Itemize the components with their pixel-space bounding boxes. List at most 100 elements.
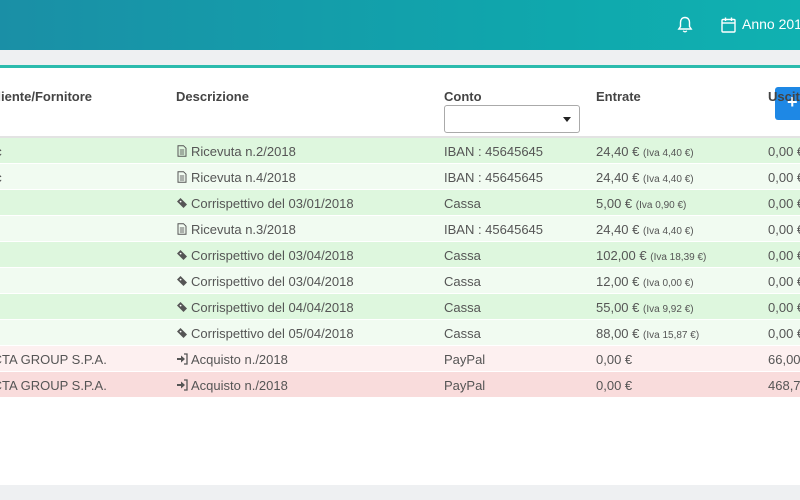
ticket-icon [176, 196, 191, 211]
descrizione-link[interactable]: Acquisto n./2018 [191, 378, 288, 393]
cell-conto: IBAN : 45645645 [444, 222, 544, 237]
descrizione-link[interactable]: Corrispettivo del 03/04/2018 [191, 248, 354, 263]
cell-entrate: 55,00 € (Iva 9,92 €) [596, 300, 694, 315]
cell-uscite: 0,00 € [768, 144, 800, 159]
table-row[interactable]: ACTA GROUP S.P.A. Acquisto n./2018 PayPal 0… [0, 372, 800, 398]
cell-descrizione[interactable]: Ricevuta n.4/2018 [176, 170, 296, 185]
cell-entrate: 24,40 € (Iva 4,40 €) [596, 144, 694, 159]
cell-uscite: 0,00 € [768, 300, 800, 315]
cell-uscite: 0,00 € [768, 170, 800, 185]
cell-conto: Cassa [444, 300, 481, 315]
table-row[interactable]: ec Ricevuta n.4/2018 IBAN : 45645645 24,40 … [0, 164, 800, 190]
descrizione-link[interactable]: Ricevuta n.2/2018 [191, 144, 296, 159]
cell-entrate: 88,00 € (Iva 15,87 €) [596, 326, 699, 341]
cell-uscite: 66,00 € [768, 352, 800, 367]
cell-entrate: 102,00 € (Iva 18,39 €) [596, 248, 706, 263]
descrizione-link[interactable]: Acquisto n./2018 [191, 352, 288, 367]
column-header-entrate[interactable]: Entrate [596, 89, 641, 104]
cell-conto: IBAN : 45645645 [444, 170, 544, 185]
transactions-table: ec Ricevuta n.2/2018 IBAN : 45645645 24,40 … [0, 138, 800, 398]
cell-entrate: 0,00 € [596, 352, 632, 367]
descrizione-link[interactable]: Corrispettivo del 03/01/2018 [191, 196, 354, 211]
cell-descrizione[interactable]: Acquisto n./2018 [176, 378, 288, 393]
entrate-amount: 24,40 € [596, 170, 640, 185]
cell-conto: Cassa [444, 196, 481, 211]
table-row[interactable]: ec Ricevuta n.2/2018 IBAN : 45645645 24,40 … [0, 138, 800, 164]
cell-descrizione[interactable]: Acquisto n./2018 [176, 352, 288, 367]
cell-cliente: ACTA GROUP S.P.A. [0, 352, 107, 367]
cell-uscite: 0,00 € [768, 326, 800, 341]
table-row[interactable]: Corrispettivo del 05/04/2018 Cassa 88,00 €… [0, 320, 800, 346]
entrate-amount: 24,40 € [596, 222, 640, 237]
ticket-icon [176, 326, 191, 341]
column-header-conto[interactable]: Conto [444, 89, 482, 104]
ticket-icon [176, 300, 191, 315]
iva-amount: (Iva 0,00 €) [643, 278, 694, 289]
descrizione-link[interactable]: Corrispettivo del 03/04/2018 [191, 274, 354, 289]
cell-descrizione[interactable]: Corrispettivo del 03/01/2018 [176, 196, 354, 211]
cell-uscite: 0,00 € [768, 248, 800, 263]
cell-conto: Cassa [444, 248, 481, 263]
cell-descrizione[interactable]: Ricevuta n.3/2018 [176, 222, 296, 237]
file-icon [176, 170, 191, 185]
table-row[interactable]: Corrispettivo del 04/04/2018 Cassa 55,00 €… [0, 294, 800, 320]
ticket-icon [176, 274, 191, 289]
descrizione-link[interactable]: Ricevuta n.4/2018 [191, 170, 296, 185]
entrate-amount: 5,00 € [596, 196, 633, 211]
column-header-descrizione[interactable]: Descrizione [176, 89, 249, 104]
column-header-cliente[interactable]: Cliente/Fornitore [0, 89, 92, 104]
cell-uscite: 0,00 € [768, 196, 800, 211]
cell-entrate: 5,00 € (Iva 0,90 €) [596, 196, 686, 211]
cell-uscite: 0,00 € [768, 222, 800, 237]
cell-descrizione[interactable]: Ricevuta n.2/2018 [176, 144, 296, 159]
ticket-icon [176, 248, 191, 263]
cell-conto: IBAN : 45645645 [444, 144, 544, 159]
cell-cliente: ACTA GROUP S.P.A. [0, 378, 107, 393]
iva-amount: (Iva 4,40 €) [643, 148, 694, 159]
descrizione-link[interactable]: Corrispettivo del 05/04/2018 [191, 326, 354, 341]
top-bar: Anno 2018 [0, 0, 800, 50]
entrate-amount: 55,00 € [596, 300, 640, 315]
entrate-amount: 102,00 € [596, 248, 647, 263]
table-row[interactable]: Corrispettivo del 03/04/2018 Cassa 102,00 … [0, 242, 800, 268]
calendar-icon [721, 17, 736, 33]
conto-filter-select[interactable] [444, 105, 580, 133]
table-row[interactable]: Corrispettivo del 03/01/2018 Cassa 5,00 € … [0, 190, 800, 216]
cell-descrizione[interactable]: Corrispettivo del 03/04/2018 [176, 274, 354, 289]
bell-icon[interactable] [677, 16, 693, 34]
cell-descrizione[interactable]: Corrispettivo del 03/04/2018 [176, 248, 354, 263]
cell-conto: PayPal [444, 378, 486, 393]
sign-in-icon [176, 352, 191, 367]
year-selector[interactable]: Anno 2018 [742, 16, 800, 32]
entrate-amount: 0,00 € [596, 378, 633, 393]
cell-descrizione[interactable]: Corrispettivo del 04/04/2018 [176, 300, 354, 315]
entrate-amount: 24,40 € [596, 144, 640, 159]
cell-cliente: ec [0, 170, 2, 185]
cell-uscite: 0,00 € [768, 274, 800, 289]
table-row[interactable]: iRicevuta n.3/2018IBAN : 4564564524,40 €… [0, 216, 800, 242]
cell-entrate: 24,40 € (Iva 4,40 €) [596, 222, 694, 237]
file-icon [176, 222, 191, 237]
table-row[interactable]: ACTA GROUP S.P.A. Acquisto n./2018 PayPal 0… [0, 346, 800, 372]
entrate-amount: 0,00 € [596, 352, 633, 367]
column-header-uscite[interactable]: Uscite [768, 89, 800, 104]
iva-amount: (Iva 4,40 €) [643, 226, 694, 237]
iva-amount: (Iva 0,90 €) [635, 200, 687, 211]
table-row[interactable]: Corrispettivo del 03/04/2018 Cassa 12,00 €… [0, 268, 800, 294]
cell-entrate: 24,40 € (Iva 4,40 €) [596, 170, 694, 185]
cell-uscite: 468,7 [768, 378, 800, 393]
iva-amount: (Iva 4,40 €) [643, 174, 694, 185]
cell-conto: Cassa [444, 274, 481, 289]
sign-in-icon [176, 378, 191, 393]
cell-descrizione[interactable]: Corrispettivo del 05/04/2018 [176, 326, 354, 341]
file-icon [176, 144, 191, 159]
iva-amount: (Iva 15,87 €) [643, 330, 700, 341]
entrate-amount: 12,00 € [596, 274, 640, 289]
iva-amount: (Iva 18,39 €) [650, 252, 707, 263]
descrizione-link[interactable]: Ricevuta n.3/2018 [191, 222, 296, 237]
cell-conto: PayPal [444, 352, 486, 367]
cell-entrate: 0,00 € [596, 378, 632, 393]
descrizione-link[interactable]: Corrispettivo del 04/04/2018 [191, 300, 354, 315]
cell-cliente: ec [0, 144, 2, 159]
entrate-amount: 88,00 € [596, 326, 640, 341]
